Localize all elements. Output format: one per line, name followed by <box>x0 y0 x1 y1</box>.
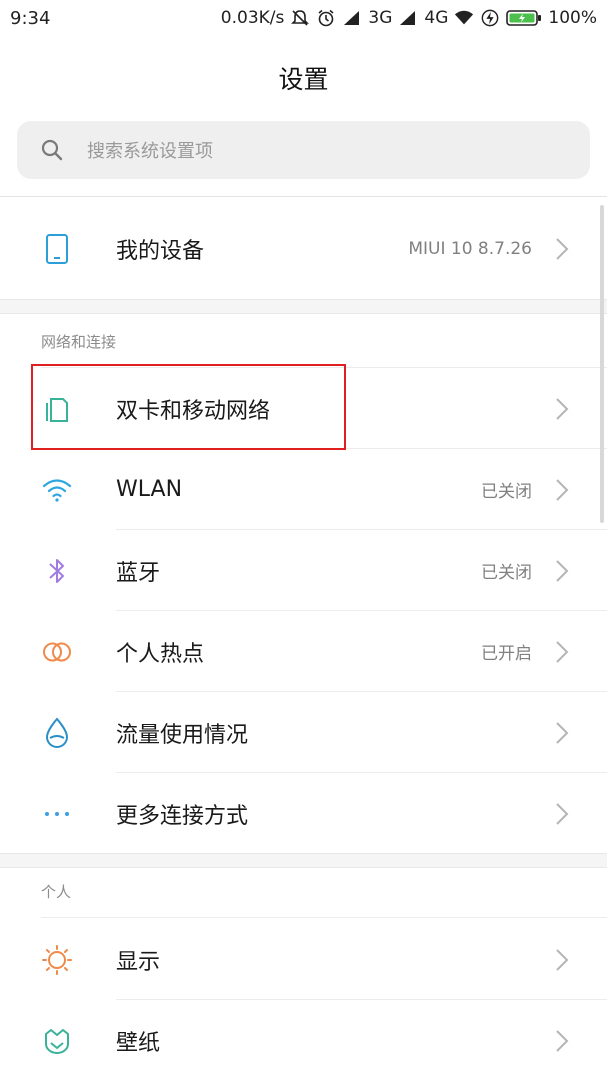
settings-item-label: 蓝牙 <box>116 560 161 586</box>
chevron-right-icon <box>556 397 569 420</box>
settings-item-wlan[interactable]: WLAN 已关闭 <box>0 449 607 530</box>
search-input[interactable]: 搜索系统设置项 <box>17 121 590 179</box>
chevron-right-icon <box>556 721 569 744</box>
divider <box>0 196 607 197</box>
settings-item-data-usage[interactable]: 流量使用情况 <box>0 692 607 773</box>
status-indicators: 0.03K/s 3G 4G 100% <box>221 8 597 28</box>
hotspot-icon <box>38 633 76 671</box>
settings-item-label: 个人热点 <box>116 641 205 667</box>
signal2-icon <box>398 9 418 27</box>
settings-item-value: MIUI 10 8.7.26 <box>408 238 532 259</box>
wifi-status-icon <box>454 9 474 27</box>
chevron-right-icon <box>556 478 569 501</box>
settings-item-value: 已关闭 <box>481 563 532 583</box>
settings-item-more-connections[interactable]: 更多连接方式 <box>0 773 607 854</box>
data-usage-icon <box>38 714 76 752</box>
display-icon <box>38 941 76 979</box>
section-gap <box>0 299 607 314</box>
settings-item-wallpaper[interactable]: 壁纸 <box>0 1000 607 1080</box>
settings-item-label: 壁纸 <box>116 1030 161 1056</box>
settings-item-hotspot[interactable]: 个人热点 已开启 <box>0 611 607 692</box>
settings-item-value: 已关闭 <box>481 482 532 502</box>
chevron-right-icon <box>556 802 569 825</box>
chevron-right-icon <box>556 237 569 260</box>
net-speed: 0.03K/s <box>220 8 285 28</box>
search-icon <box>41 139 63 161</box>
scrollbar[interactable] <box>600 205 604 523</box>
battery-percent: 100% <box>548 8 597 28</box>
chevron-right-icon <box>556 1029 569 1052</box>
status-time: 9:34 <box>10 7 51 29</box>
settings-item-label: 显示 <box>116 949 161 975</box>
mute-icon <box>290 9 310 27</box>
phone-icon <box>38 230 76 268</box>
settings-item-value: 已开启 <box>481 644 532 664</box>
chevron-right-icon <box>556 559 569 582</box>
settings-item-label: WLAN <box>116 477 183 502</box>
battery-icon <box>506 9 542 27</box>
section-title: 网络和连接 <box>41 332 117 351</box>
chevron-right-icon <box>556 640 569 663</box>
search-placeholder: 搜索系统设置项 <box>87 141 213 162</box>
settings-item-label: 我的设备 <box>116 238 205 264</box>
section-header-network: 网络和连接 <box>0 314 607 368</box>
settings-item-bluetooth[interactable]: 蓝牙 已关闭 <box>0 530 607 611</box>
signal1-icon <box>342 9 362 27</box>
settings-item-display[interactable]: 显示 <box>0 919 607 1000</box>
wallpaper-icon <box>38 1022 76 1060</box>
page-title: 设置 <box>278 65 329 94</box>
alarm-icon <box>316 9 336 27</box>
bluetooth-icon <box>38 552 76 590</box>
charging-bolt-icon <box>480 9 500 27</box>
more-dots-icon <box>38 795 76 833</box>
sim1-type: 3G <box>368 8 393 28</box>
chevron-right-icon <box>556 948 569 971</box>
highlight-box <box>31 364 346 450</box>
divider <box>41 917 607 918</box>
settings-item-label: 更多连接方式 <box>116 803 249 829</box>
section-header-personal: 个人 <box>0 864 607 918</box>
status-bar: 9:34 0.03K/s 3G 4G 100% <box>0 0 607 36</box>
sim2-type: 4G <box>424 8 449 28</box>
settings-item-label: 流量使用情况 <box>116 722 249 748</box>
wifi-icon <box>38 471 76 509</box>
settings-item-my-device[interactable]: 我的设备 MIUI 10 8.7.26 <box>0 208 607 289</box>
section-title: 个人 <box>41 882 72 901</box>
